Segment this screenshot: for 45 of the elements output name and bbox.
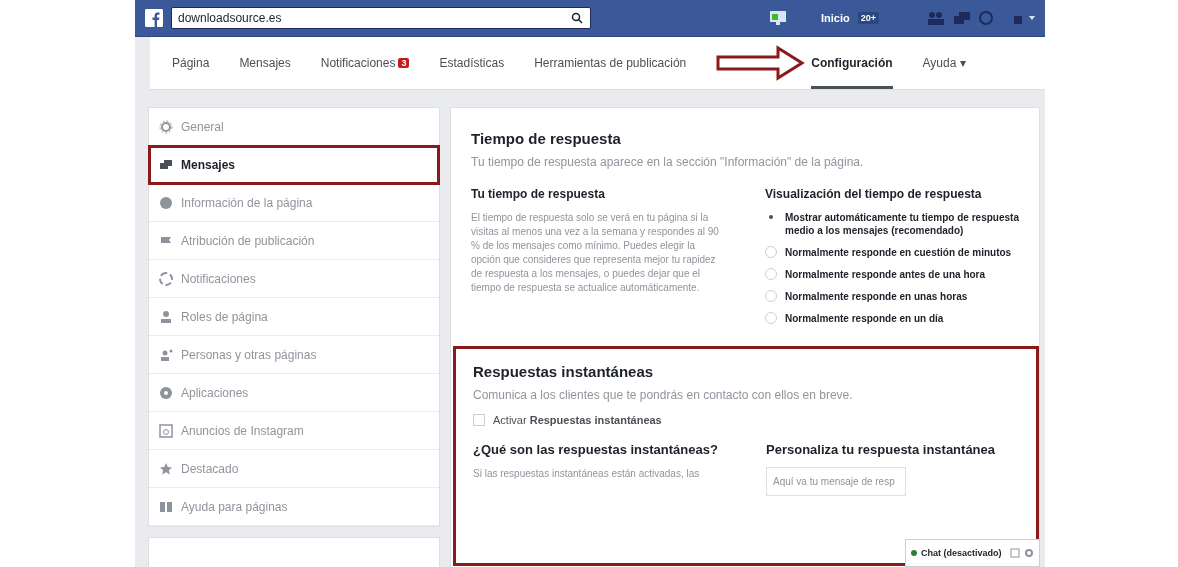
column-title: ¿Qué son las respuestas instantáneas? [473, 442, 719, 457]
checkbox-label: Activar Respuestas instantáneas [493, 414, 662, 426]
nav-tab[interactable]: Notificaciones 3 [320, 37, 410, 89]
radio-label: Mostrar automáticamente tu tiempo de respuesta medio a los mensajes (recomendado) [785, 211, 1019, 237]
monitor-icon[interactable] [769, 10, 787, 26]
nav-tab[interactable]: Mensajes [239, 37, 291, 89]
people-icon [159, 347, 173, 362]
radio-button[interactable] [765, 246, 777, 258]
column-title: Personaliza tu respuesta instantánea [766, 442, 997, 457]
radio-label: Normalmente responde en un día [785, 312, 944, 325]
radio-button[interactable] [765, 290, 777, 302]
radio-button[interactable] [765, 312, 777, 324]
nav-tab[interactable]: Configuración [811, 37, 893, 89]
section-title: Respuestas instantáneas [473, 363, 655, 380]
column-title: Tu tiempo de respuesta [471, 187, 606, 201]
sidebar-item[interactable]: Mensajes [149, 146, 439, 184]
radio-label: Normalmente responde antes de una hora [785, 268, 986, 281]
radio-button[interactable] [765, 268, 777, 280]
chat-label: Chat (desactivado) [921, 548, 1002, 558]
nav-tab[interactable]: Herramientas de publicación [534, 37, 687, 89]
home-link[interactable]: Inicio [821, 12, 850, 24]
notification-badge: 20+ [857, 12, 879, 24]
description-text: Si las respuestas instantáneas están activadas, las [473, 467, 701, 481]
radio-label: Normalmente responde en unas horas [785, 290, 968, 303]
friends-icon[interactable] [927, 11, 945, 25]
section-subtitle: Comunica a los clientes que te pondrás en contacto con ellos en breve. [473, 388, 854, 402]
person-icon [159, 309, 173, 324]
photo-icon [159, 423, 173, 438]
search-field[interactable]: downloadsource.es [171, 7, 591, 29]
radio-label: Normalmente responde en cuestión de minutos [785, 246, 1012, 259]
count-badge: 3 [398, 58, 410, 68]
facebook-logo-icon[interactable] [145, 9, 163, 27]
search-icon[interactable] [571, 12, 583, 24]
chat-bar[interactable]: Chat (desactivado) [905, 539, 1040, 567]
section-title: Tiempo de respuesta [471, 130, 622, 147]
checkbox[interactable] [473, 414, 485, 426]
nav-tab[interactable]: Estadísticas [439, 37, 505, 89]
column-title: Visualización del tiempo de respuesta [765, 187, 983, 201]
star-icon [159, 461, 173, 476]
message-field[interactable]: Aquí va tu mensaje de resp [766, 467, 906, 496]
edit-icon[interactable] [1010, 548, 1020, 558]
section-subtitle: Tu tiempo de respuesta aparece en la sección "Información" de la página. [471, 155, 865, 169]
description-text: El tiempo de respuesta solo se verá en tu página si la visitas al menos una vez a la semana y respondes al 90 % de los mensajes como mínimo. Puedes elegir la opción que consideres que representa mejor tu rapidez de respuesta a los mensajes, o puedes dejar que el tiempo de respuesta se actualice automáticamente. [471, 211, 720, 295]
nav-tab[interactable]: Ayuda ▾ [922, 37, 966, 89]
nav-tab[interactable]: Página [172, 37, 210, 89]
